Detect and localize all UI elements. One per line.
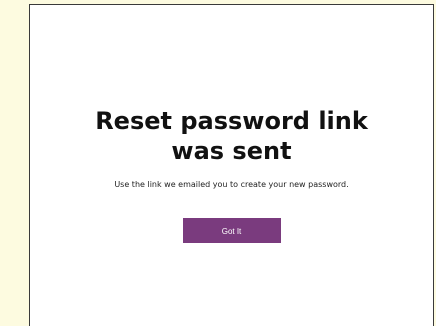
left-margin — [0, 0, 29, 326]
got-it-button[interactable]: Got It — [182, 218, 281, 243]
confirmation-content: Reset password link was sent Use the lin… — [30, 106, 433, 243]
confirmation-message: Use the link we emailed you to create yo… — [114, 180, 349, 189]
page: Reset password link was sent Use the lin… — [0, 0, 436, 326]
page-title: Reset password link was sent — [95, 107, 368, 165]
reset-confirmation-panel: Reset password link was sent Use the lin… — [29, 4, 434, 326]
